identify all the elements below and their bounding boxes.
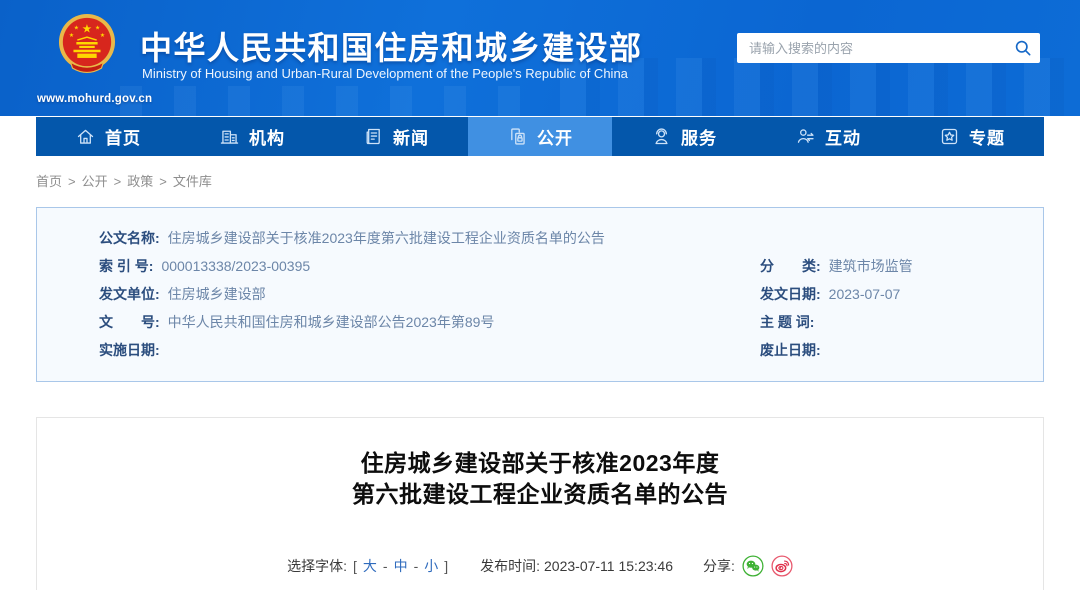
doc-meta-box: 公文名称: 住房城乡建设部关于核准2023年度第六批建设工程企业资质名单的公告 … xyxy=(36,207,1044,382)
article-title-line1: 住房城乡建设部关于核准2023年度 xyxy=(361,450,720,476)
nav-item-service[interactable]: 服务 xyxy=(612,117,756,156)
news-icon xyxy=(363,126,384,147)
font-size-large[interactable]: 大 xyxy=(363,556,377,576)
national-emblem-logo: ★ ★ ★ ★ ★ xyxy=(58,13,116,75)
article-title-line2: 第六批建设工程企业资质名单的公告 xyxy=(352,481,728,507)
site-header: ★ ★ ★ ★ ★ www.mohurd.gov.cn 中华人民共和国住房和城乡… xyxy=(0,0,1080,116)
meta-value: 2023-07-07 xyxy=(829,285,901,303)
font-size-selector: 选择字体: [ 大 - 中 - 小 ] xyxy=(287,556,450,576)
breadcrumb-disclosure[interactable]: 公开 xyxy=(82,174,108,189)
weibo-share-icon[interactable] xyxy=(771,555,793,577)
breadcrumb-policy[interactable]: 政策 xyxy=(127,174,153,189)
meta-value: 中华人民共和国住房和城乡建设部公告2023年第89号 xyxy=(168,313,495,331)
publish-time-label: 发布时间: xyxy=(480,556,540,576)
nav-item-organization[interactable]: 机构 xyxy=(180,117,324,156)
meta-row-issuer: 发文单位: 住房城乡建设部 发文日期: 2023-07-07 xyxy=(99,285,1019,303)
special-topic-icon xyxy=(939,126,960,147)
site-url: www.mohurd.gov.cn xyxy=(37,93,152,105)
home-icon xyxy=(75,126,96,147)
breadcrumb-separator: > xyxy=(114,174,122,189)
svg-text:★: ★ xyxy=(82,23,92,35)
nav-item-special-topic[interactable]: 专题 xyxy=(900,117,1044,156)
article-meta-row: 选择字体: [ 大 - 中 - 小 ] 发布时间: 2023-07-11 15:… xyxy=(37,555,1043,577)
meta-label: 公文名称: xyxy=(99,229,160,247)
service-icon xyxy=(651,126,672,147)
font-size-separator: - xyxy=(414,558,419,574)
meta-value: 000013338/2023-00395 xyxy=(161,257,310,275)
meta-label: 文 号: xyxy=(99,313,160,331)
breadcrumb-home[interactable]: 首页 xyxy=(36,174,62,189)
svg-text:★: ★ xyxy=(100,32,105,39)
search-box xyxy=(737,33,1040,63)
font-size-separator: - xyxy=(383,558,388,574)
nav-item-disclosure[interactable]: 公开 xyxy=(468,117,612,156)
svg-text:★: ★ xyxy=(69,32,74,39)
meta-value: 住房城乡建设部 xyxy=(168,285,266,303)
nav-item-label: 机构 xyxy=(249,124,285,149)
meta-row-dates: 实施日期: 废止日期: xyxy=(99,341,1019,359)
font-size-small[interactable]: 小 xyxy=(424,556,438,576)
share-group: 分享: xyxy=(703,555,793,577)
font-size-medium[interactable]: 中 xyxy=(394,556,408,576)
organization-icon xyxy=(219,126,240,147)
meta-label: 废止日期: xyxy=(760,341,821,359)
svg-text:★: ★ xyxy=(95,24,100,31)
font-size-open-bracket: [ xyxy=(353,558,357,574)
nav-item-label: 专题 xyxy=(969,124,1005,149)
font-size-close-bracket: ] xyxy=(444,558,448,574)
share-label: 分享: xyxy=(703,556,735,576)
page: ★ ★ ★ ★ ★ www.mohurd.gov.cn 中华人民共和国住房和城乡… xyxy=(0,0,1080,590)
disclosure-icon xyxy=(507,126,528,147)
breadcrumb: 首页 > 公开 > 政策 > 文件库 xyxy=(36,171,1044,190)
nav-item-label: 新闻 xyxy=(393,124,429,149)
site-title-english: Ministry of Housing and Urban-Rural Deve… xyxy=(142,66,628,81)
nav-item-label: 首页 xyxy=(105,124,141,149)
site-title: 中华人民共和国住房和城乡建设部 xyxy=(140,23,643,69)
meta-label: 发文单位: xyxy=(99,285,160,303)
nav-item-label: 服务 xyxy=(681,124,717,149)
nav-item-interaction[interactable]: 互动 xyxy=(756,117,900,156)
wechat-share-icon[interactable] xyxy=(742,555,764,577)
article-box: 住房城乡建设部关于核准2023年度第六批建设工程企业资质名单的公告 选择字体: … xyxy=(36,417,1044,590)
nav-item-label: 互动 xyxy=(825,124,861,149)
search-input[interactable] xyxy=(737,33,1006,63)
interaction-icon xyxy=(795,126,816,147)
publish-time: 发布时间: 2023-07-11 15:23:46 xyxy=(480,556,673,576)
meta-value: 住房城乡建设部关于核准2023年度第六批建设工程企业资质名单的公告 xyxy=(168,229,605,247)
article-title: 住房城乡建设部关于核准2023年度第六批建设工程企业资质名单的公告 xyxy=(37,448,1043,510)
breadcrumb-separator: > xyxy=(68,174,76,189)
breadcrumb-separator: > xyxy=(159,174,167,189)
meta-value: 建筑市场监管 xyxy=(829,257,913,275)
meta-label: 主 题 词: xyxy=(760,313,814,331)
meta-row-doc-number: 文 号: 中华人民共和国住房和城乡建设部公告2023年第89号 主 题 词: xyxy=(99,313,1019,331)
meta-label: 分 类: xyxy=(760,257,821,275)
meta-label: 实施日期: xyxy=(99,341,160,359)
meta-label: 发文日期: xyxy=(760,285,821,303)
meta-label: 索 引 号: xyxy=(99,257,153,275)
search-icon[interactable] xyxy=(1006,33,1040,63)
nav-item-label: 公开 xyxy=(537,124,573,149)
banner-window-decoration xyxy=(120,86,540,116)
nav-item-home[interactable]: 首页 xyxy=(36,117,180,156)
font-size-label: 选择字体: xyxy=(287,556,347,576)
main-nav: 首页 机构 新闻 公开 服务 xyxy=(36,117,1044,156)
nav-item-news[interactable]: 新闻 xyxy=(324,117,468,156)
svg-text:★: ★ xyxy=(74,24,79,31)
meta-row-name: 公文名称: 住房城乡建设部关于核准2023年度第六批建设工程企业资质名单的公告 xyxy=(99,229,1019,247)
publish-time-value: 2023-07-11 15:23:46 xyxy=(544,558,673,574)
meta-row-index: 索 引 号: 000013338/2023-00395 分 类: 建筑市场监管 xyxy=(99,257,1019,275)
breadcrumb-document-library[interactable]: 文件库 xyxy=(173,174,212,189)
